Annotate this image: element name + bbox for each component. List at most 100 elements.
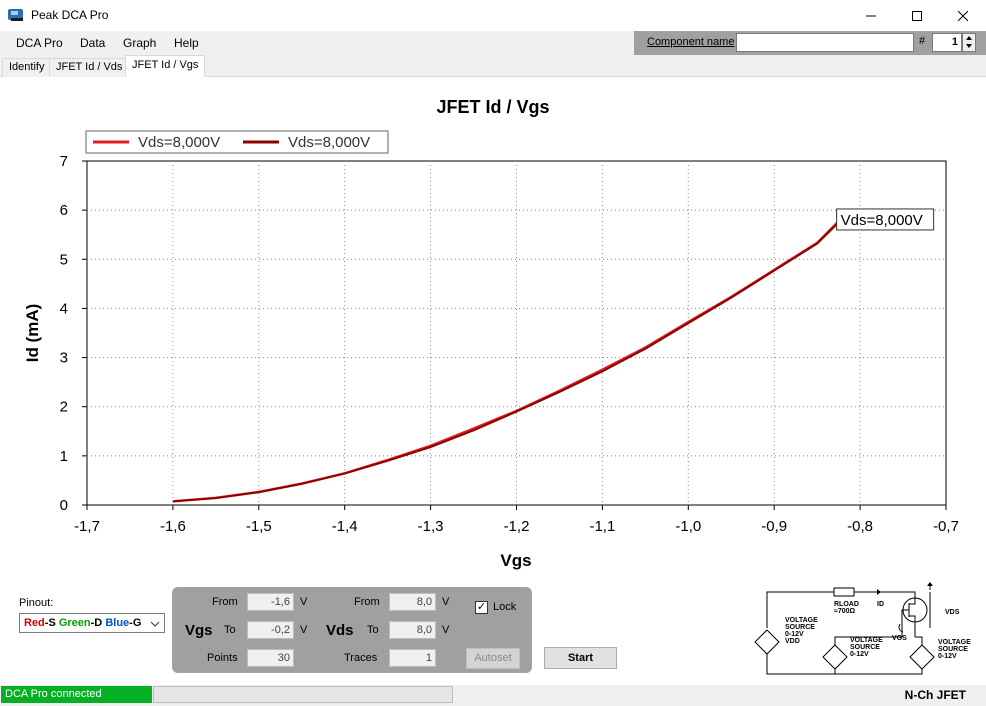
component-number-input[interactable]: 1 bbox=[932, 33, 962, 52]
device-type: N-Ch JFET bbox=[904, 688, 966, 702]
chevron-down-icon bbox=[150, 621, 160, 627]
progress-bar bbox=[153, 686, 453, 703]
pinout-red: Red bbox=[24, 617, 45, 629]
vds-to-input[interactable]: 8,0 bbox=[389, 621, 436, 639]
maximize-button[interactable] bbox=[894, 0, 940, 31]
minimize-icon bbox=[866, 15, 876, 16]
circuit-schematic: RLOAD ≈700Ω ID VDS VGS VOLTAGE SOURCE 0-… bbox=[754, 582, 971, 675]
x-axis-label: Vgs bbox=[500, 551, 531, 570]
minimize-button[interactable] bbox=[848, 0, 894, 31]
src-left-2: SOURCE bbox=[785, 624, 815, 631]
vgs-from-label: From bbox=[212, 596, 238, 608]
vgs-to-unit: V bbox=[300, 624, 308, 636]
id-vgs-chart: JFET Id / Vgs -1,7 -1,6 -1,5 -1,4 -1,3 -1,2 -1,… bbox=[23, 97, 959, 570]
vgs-to-input[interactable]: -0,2 bbox=[247, 621, 294, 639]
x-tick-label: -0,9 bbox=[761, 518, 787, 535]
rload-value: ≈700Ω bbox=[834, 608, 856, 615]
x-tick-label: -0,7 bbox=[933, 518, 959, 535]
rload-label: RLOAD bbox=[834, 601, 859, 608]
sweep-control-panel: From -1,6 V Vgs To -0,2 V Points 30 From… bbox=[172, 587, 532, 673]
component-name-label[interactable]: Component name bbox=[647, 36, 734, 48]
title-bar: Peak DCA Pro bbox=[0, 0, 986, 31]
component-name-input[interactable] bbox=[736, 33, 914, 52]
y-tick-label: 4 bbox=[60, 300, 68, 317]
y-tick-label: 6 bbox=[60, 202, 68, 219]
points-input[interactable]: 30 bbox=[247, 649, 294, 667]
pinout-green: Green bbox=[58, 617, 91, 629]
tab-strip: Identify JFET Id / Vds JFET Id / Vgs bbox=[0, 55, 986, 78]
start-button[interactable]: Start bbox=[544, 647, 617, 669]
traces-label: Traces bbox=[344, 652, 378, 664]
spin-up-icon bbox=[966, 36, 972, 40]
src-mid-1: VOLTAGE bbox=[850, 637, 883, 644]
spin-down-icon bbox=[966, 44, 972, 48]
status-bar: DCA Pro connected N-Ch JFET bbox=[0, 685, 986, 706]
legend-label-1: Vds=8,000V bbox=[138, 134, 220, 151]
close-button[interactable] bbox=[940, 0, 986, 31]
pinout-g: -G bbox=[129, 617, 142, 629]
vds-to-label: To bbox=[367, 624, 379, 636]
vds-label: Vds bbox=[326, 622, 354, 639]
traces-input[interactable]: 1 bbox=[389, 649, 436, 667]
autoset-button[interactable]: Autoset bbox=[466, 648, 520, 669]
src-right-1: VOLTAGE bbox=[938, 639, 971, 646]
window-title: Peak DCA Pro bbox=[31, 8, 109, 22]
vgs-from-unit: V bbox=[300, 596, 308, 608]
menu-help[interactable]: Help bbox=[174, 36, 199, 50]
lock-label: Lock bbox=[493, 601, 517, 613]
pinout-label: Pinout: bbox=[19, 597, 54, 609]
legend-label-2: Vds=8,000V bbox=[288, 134, 370, 151]
lock-checkbox[interactable]: ✓ bbox=[475, 601, 488, 614]
tab-identify[interactable]: Identify bbox=[2, 58, 52, 77]
y-axis-label: Id (mA) bbox=[23, 304, 42, 363]
x-tick-label: -1,4 bbox=[332, 518, 358, 535]
curve-annotation: Vds=8,000V bbox=[841, 212, 923, 229]
menu-dca-pro[interactable]: DCA Pro bbox=[16, 36, 63, 50]
vds-to-unit: V bbox=[442, 624, 450, 636]
vds-from-unit: V bbox=[442, 596, 450, 608]
pinout-blue: Blue bbox=[105, 617, 130, 629]
tab-jfet-id-vgs[interactable]: JFET Id / Vgs bbox=[125, 55, 206, 78]
pinout-s: -S bbox=[44, 617, 59, 629]
x-tick-label: -1,7 bbox=[74, 518, 100, 535]
x-tick-label: -1,3 bbox=[418, 518, 444, 535]
component-panel: Component name # 1 bbox=[634, 31, 986, 55]
src-right-3: 0-12V bbox=[938, 653, 957, 660]
src-mid-3: 0-12V bbox=[850, 651, 869, 658]
x-tick-label: -1,0 bbox=[675, 518, 701, 535]
vds-schematic-label: VDS bbox=[945, 609, 960, 616]
src-right-2: SOURCE bbox=[938, 646, 968, 653]
app-icon bbox=[8, 9, 23, 21]
src-left-1: VOLTAGE bbox=[785, 617, 818, 624]
menu-data[interactable]: Data bbox=[80, 36, 105, 50]
vds-from-input[interactable]: 8,0 bbox=[389, 593, 436, 611]
x-tick-label: -1,5 bbox=[246, 518, 272, 535]
pinout-d: -D bbox=[90, 617, 106, 629]
menu-graph[interactable]: Graph bbox=[123, 36, 156, 50]
tab-jfet-id-vds[interactable]: JFET Id / Vds bbox=[49, 58, 130, 77]
y-tick-label: 0 bbox=[60, 497, 68, 514]
y-tick-label: 3 bbox=[60, 350, 68, 367]
x-tick-label: -0,8 bbox=[847, 518, 873, 535]
component-number-label: # bbox=[919, 35, 926, 47]
vgs-schematic-label: VGS bbox=[892, 635, 907, 642]
src-left-3: 0-12V bbox=[785, 631, 804, 638]
vgs-from-input[interactable]: -1,6 bbox=[247, 593, 294, 611]
connection-status: DCA Pro connected bbox=[1, 686, 152, 703]
id-label: ID bbox=[877, 601, 884, 608]
points-label: Points bbox=[207, 652, 238, 664]
main-content: JFET Id / Vgs -1,7 -1,6 -1,5 -1,4 -1,3 -1,2 -1,… bbox=[0, 77, 986, 685]
maximize-icon bbox=[912, 10, 922, 21]
x-tick-label: -1,6 bbox=[160, 518, 186, 535]
y-tick-label: 2 bbox=[60, 399, 68, 416]
y-tick-label: 7 bbox=[60, 153, 68, 170]
src-left-4: VDD bbox=[785, 638, 800, 645]
y-tick-label: 5 bbox=[60, 251, 68, 268]
component-number-spinner[interactable] bbox=[962, 33, 976, 52]
chart-title: JFET Id / Vgs bbox=[436, 97, 549, 117]
vgs-label: Vgs bbox=[185, 622, 213, 639]
pinout-select[interactable]: Red-S Green-D Blue-G bbox=[19, 613, 165, 633]
vgs-to-label: To bbox=[224, 624, 236, 636]
y-tick-label: 1 bbox=[60, 448, 68, 465]
x-tick-label: -1,2 bbox=[504, 518, 530, 535]
